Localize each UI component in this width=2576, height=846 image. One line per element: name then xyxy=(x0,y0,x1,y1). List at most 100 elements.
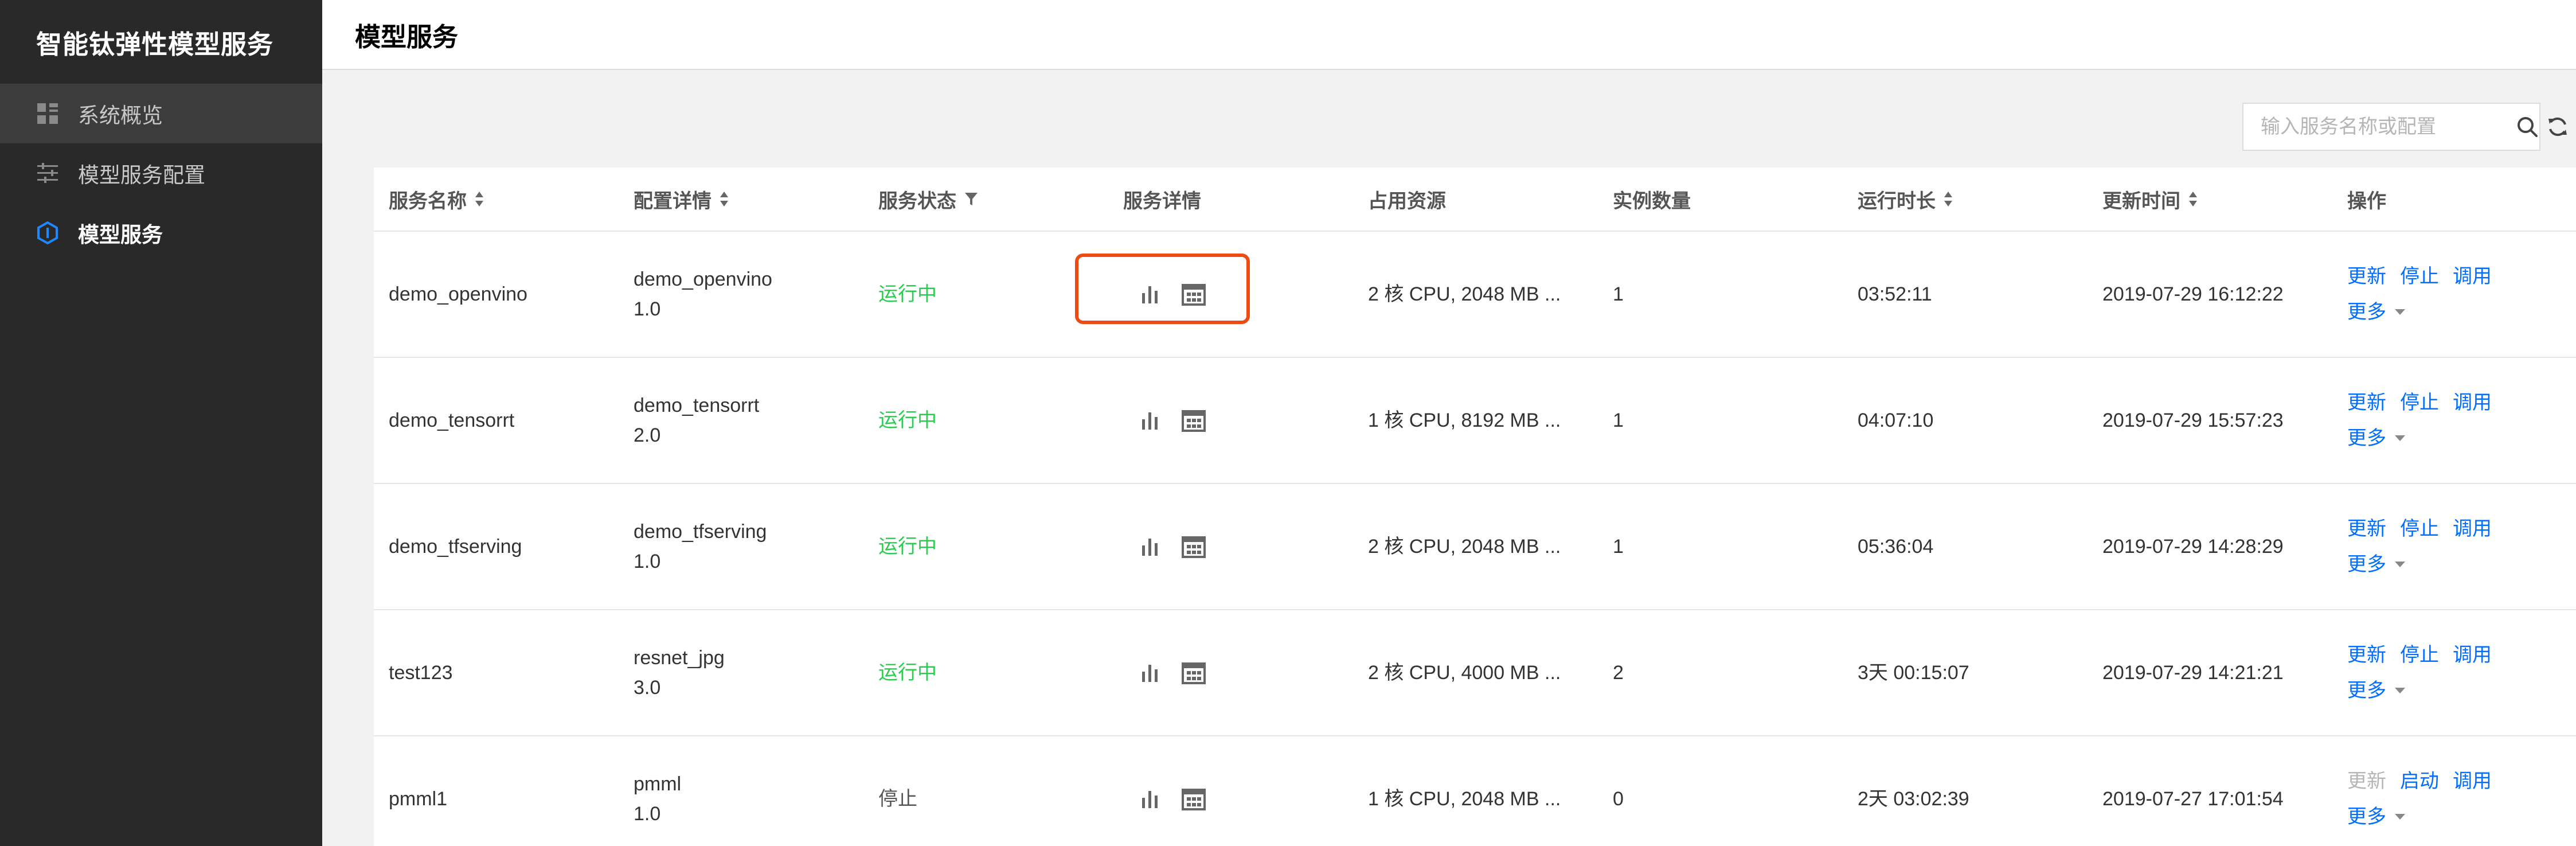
resources: 1 核 CPU, 8192 MB ... xyxy=(1368,410,1561,431)
more-dropdown[interactable]: 更多 xyxy=(2347,676,2576,705)
more-dropdown[interactable]: 更多 xyxy=(2347,423,2576,453)
instance-count: 1 xyxy=(1613,410,1624,431)
invoke-link[interactable]: 调用 xyxy=(2453,766,2492,796)
runtime: 04:07:10 xyxy=(1858,410,1934,431)
column-header-instances: 实例数量 xyxy=(1613,190,1691,212)
runtime: 3天 00:15:07 xyxy=(1858,662,1969,684)
column-header-runtime[interactable]: 运行时长 xyxy=(1843,185,2088,213)
page-header: 模型服务 xyxy=(322,0,2576,70)
instance-count: 2 xyxy=(1613,662,1624,684)
sidebar-item-overview[interactable]: 系统概览 xyxy=(0,84,322,143)
sidebar: 智能钛弹性模型服务 系统概览 模型服务配置 模型服务 xyxy=(0,0,322,846)
calendar-icon[interactable] xyxy=(1180,786,1207,812)
update-link: 更新 xyxy=(2347,770,2386,792)
stop-link[interactable]: 停止 xyxy=(2400,514,2439,544)
table-row: demo_openvino demo_openvino 1.0 运行中 2 核 C… xyxy=(374,232,2576,358)
update-link[interactable]: 更新 xyxy=(2347,514,2386,544)
sort-icon xyxy=(475,192,483,206)
filter-icon xyxy=(965,193,978,205)
status-text: 运行中 xyxy=(878,536,937,557)
sliders-icon xyxy=(34,160,61,186)
caret-down-icon xyxy=(2395,814,2405,820)
sidebar-item-service-config[interactable]: 模型服务配置 xyxy=(0,143,322,203)
search-icon[interactable] xyxy=(2515,104,2539,150)
service-name: demo_openvino xyxy=(389,283,527,305)
column-header-resources: 占用资源 xyxy=(1368,190,1446,212)
refresh-icon[interactable] xyxy=(2543,112,2572,141)
update-link[interactable]: 更新 xyxy=(2347,388,2386,418)
more-dropdown[interactable]: 更多 xyxy=(2347,802,2576,832)
service-name: test123 xyxy=(389,662,453,684)
status-text: 运行中 xyxy=(878,283,937,305)
caret-down-icon xyxy=(2395,562,2405,567)
status-text: 停止 xyxy=(878,788,917,810)
start-link[interactable]: 启动 xyxy=(2400,766,2439,796)
calendar-icon[interactable] xyxy=(1180,660,1207,686)
sidebar-item-model-service[interactable]: 模型服务 xyxy=(0,203,322,263)
calendar-icon[interactable] xyxy=(1180,281,1207,307)
bar-chart-icon[interactable] xyxy=(1137,407,1163,434)
updated-time: 2019-07-29 16:12:22 xyxy=(2102,283,2284,305)
invoke-link[interactable]: 调用 xyxy=(2453,388,2492,418)
service-name: demo_tfserving xyxy=(389,536,522,557)
instance-count: 1 xyxy=(1613,283,1624,305)
status-text: 运行中 xyxy=(878,662,937,684)
column-header-actions: 操作 xyxy=(2347,190,2386,212)
resources: 1 核 CPU, 2048 MB ... xyxy=(1368,788,1561,810)
app-brand: 智能钛弹性模型服务 xyxy=(36,29,274,59)
table-row: demo_tfserving demo_tfserving 1.0 运行中 2 核… xyxy=(374,484,2576,610)
update-link[interactable]: 更新 xyxy=(2347,262,2386,291)
sort-icon xyxy=(2189,192,2197,206)
table-header: 服务名称 配置详情 服务状态 服务详情 占用资源 实例数量 运行时长 更新时间 … xyxy=(374,167,2576,232)
search-input[interactable] xyxy=(2243,104,2515,150)
page-title: 模型服务 xyxy=(355,22,459,52)
calendar-icon[interactable] xyxy=(1180,533,1207,560)
bar-chart-icon[interactable] xyxy=(1137,660,1163,686)
invoke-link[interactable]: 调用 xyxy=(2453,262,2492,291)
bar-chart-icon[interactable] xyxy=(1137,533,1163,560)
sidebar-item-label: 模型服务 xyxy=(78,223,163,247)
sort-icon xyxy=(720,192,728,206)
column-header-updated[interactable]: 更新时间 xyxy=(2088,185,2332,213)
sidebar-item-label: 模型服务配置 xyxy=(78,163,205,187)
column-header-status[interactable]: 服务状态 xyxy=(863,185,1108,213)
cube-icon xyxy=(34,220,61,246)
instance-count: 0 xyxy=(1613,788,1624,810)
runtime: 05:36:04 xyxy=(1858,536,1934,557)
resources: 2 核 CPU, 2048 MB ... xyxy=(1368,283,1561,305)
runtime: 2天 03:02:39 xyxy=(1858,788,1969,810)
table-row: demo_tensorrt demo_tensorrt 2.0 运行中 1 核 C… xyxy=(374,358,2576,484)
config-detail: resnet_jpg 3.0 xyxy=(634,647,725,699)
status-text: 运行中 xyxy=(878,410,937,431)
stop-link[interactable]: 停止 xyxy=(2400,640,2439,670)
bar-chart-icon[interactable] xyxy=(1137,786,1163,812)
column-header-details: 服务详情 xyxy=(1123,190,1201,212)
update-link[interactable]: 更新 xyxy=(2347,640,2386,670)
instance-count: 1 xyxy=(1613,536,1624,557)
caret-down-icon xyxy=(2395,688,2405,693)
config-detail: demo_tfserving 1.0 xyxy=(634,521,767,572)
bar-chart-icon[interactable] xyxy=(1137,281,1163,307)
invoke-link[interactable]: 调用 xyxy=(2453,640,2492,670)
config-detail: pmml 1.0 xyxy=(634,773,682,825)
updated-time: 2019-07-29 14:28:29 xyxy=(2102,536,2284,557)
config-detail: demo_tensorrt 2.0 xyxy=(634,395,760,446)
stop-link[interactable]: 停止 xyxy=(2400,262,2439,291)
table-row: pmml1 pmml 1.0 停止 1 核 CPU, 2048 MB ... 0 … xyxy=(374,736,2576,846)
config-detail: demo_openvino 1.0 xyxy=(634,268,772,320)
stop-link[interactable]: 停止 xyxy=(2400,388,2439,418)
search-box xyxy=(2242,103,2540,151)
calendar-icon[interactable] xyxy=(1180,407,1207,434)
sidebar-item-label: 系统概览 xyxy=(78,104,163,127)
service-name: pmml1 xyxy=(389,788,448,810)
resources: 2 核 CPU, 4000 MB ... xyxy=(1368,662,1561,684)
more-dropdown[interactable]: 更多 xyxy=(2347,549,2576,579)
column-header-config[interactable]: 配置详情 xyxy=(619,185,863,213)
caret-down-icon xyxy=(2395,309,2405,315)
updated-time: 2019-07-29 14:21:21 xyxy=(2102,662,2284,684)
more-dropdown[interactable]: 更多 xyxy=(2347,297,2576,327)
service-table: 服务名称 配置详情 服务状态 服务详情 占用资源 实例数量 运行时长 更新时间 … xyxy=(374,167,2576,846)
resources: 2 核 CPU, 2048 MB ... xyxy=(1368,536,1561,557)
invoke-link[interactable]: 调用 xyxy=(2453,514,2492,544)
column-header-name[interactable]: 服务名称 xyxy=(374,185,619,213)
